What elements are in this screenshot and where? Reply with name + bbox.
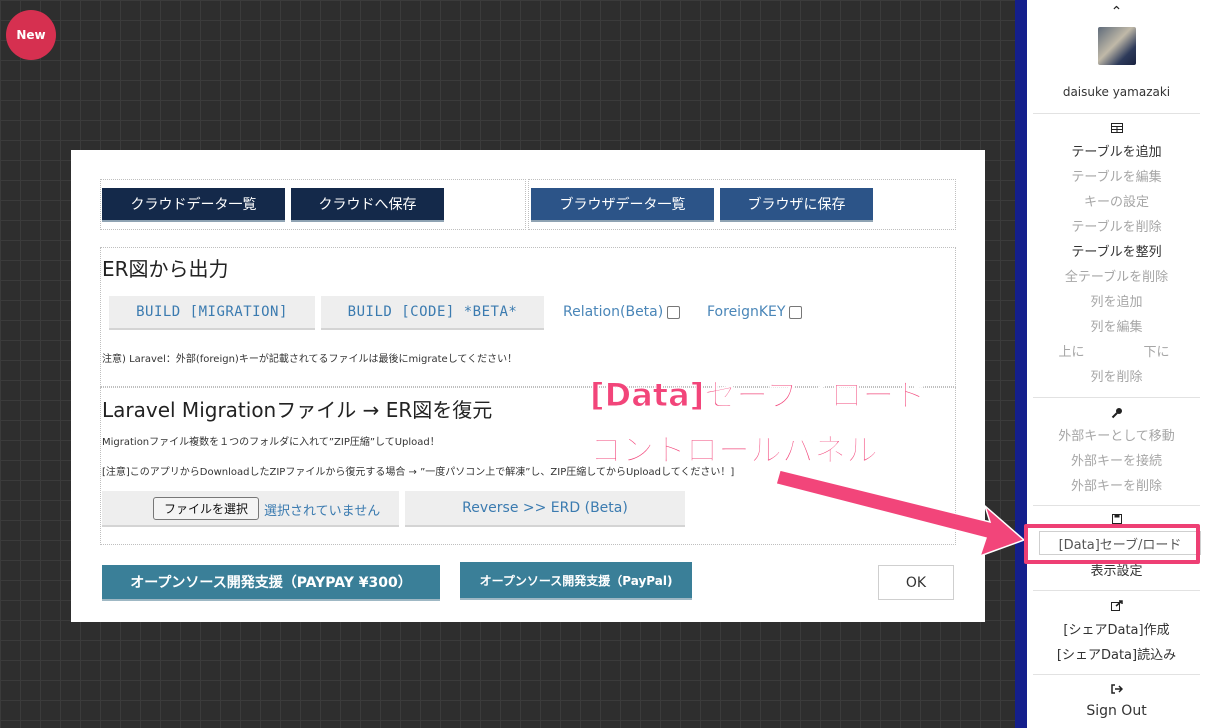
save-load-highlight — [1024, 524, 1200, 564]
callout-arrow — [775, 469, 1026, 558]
